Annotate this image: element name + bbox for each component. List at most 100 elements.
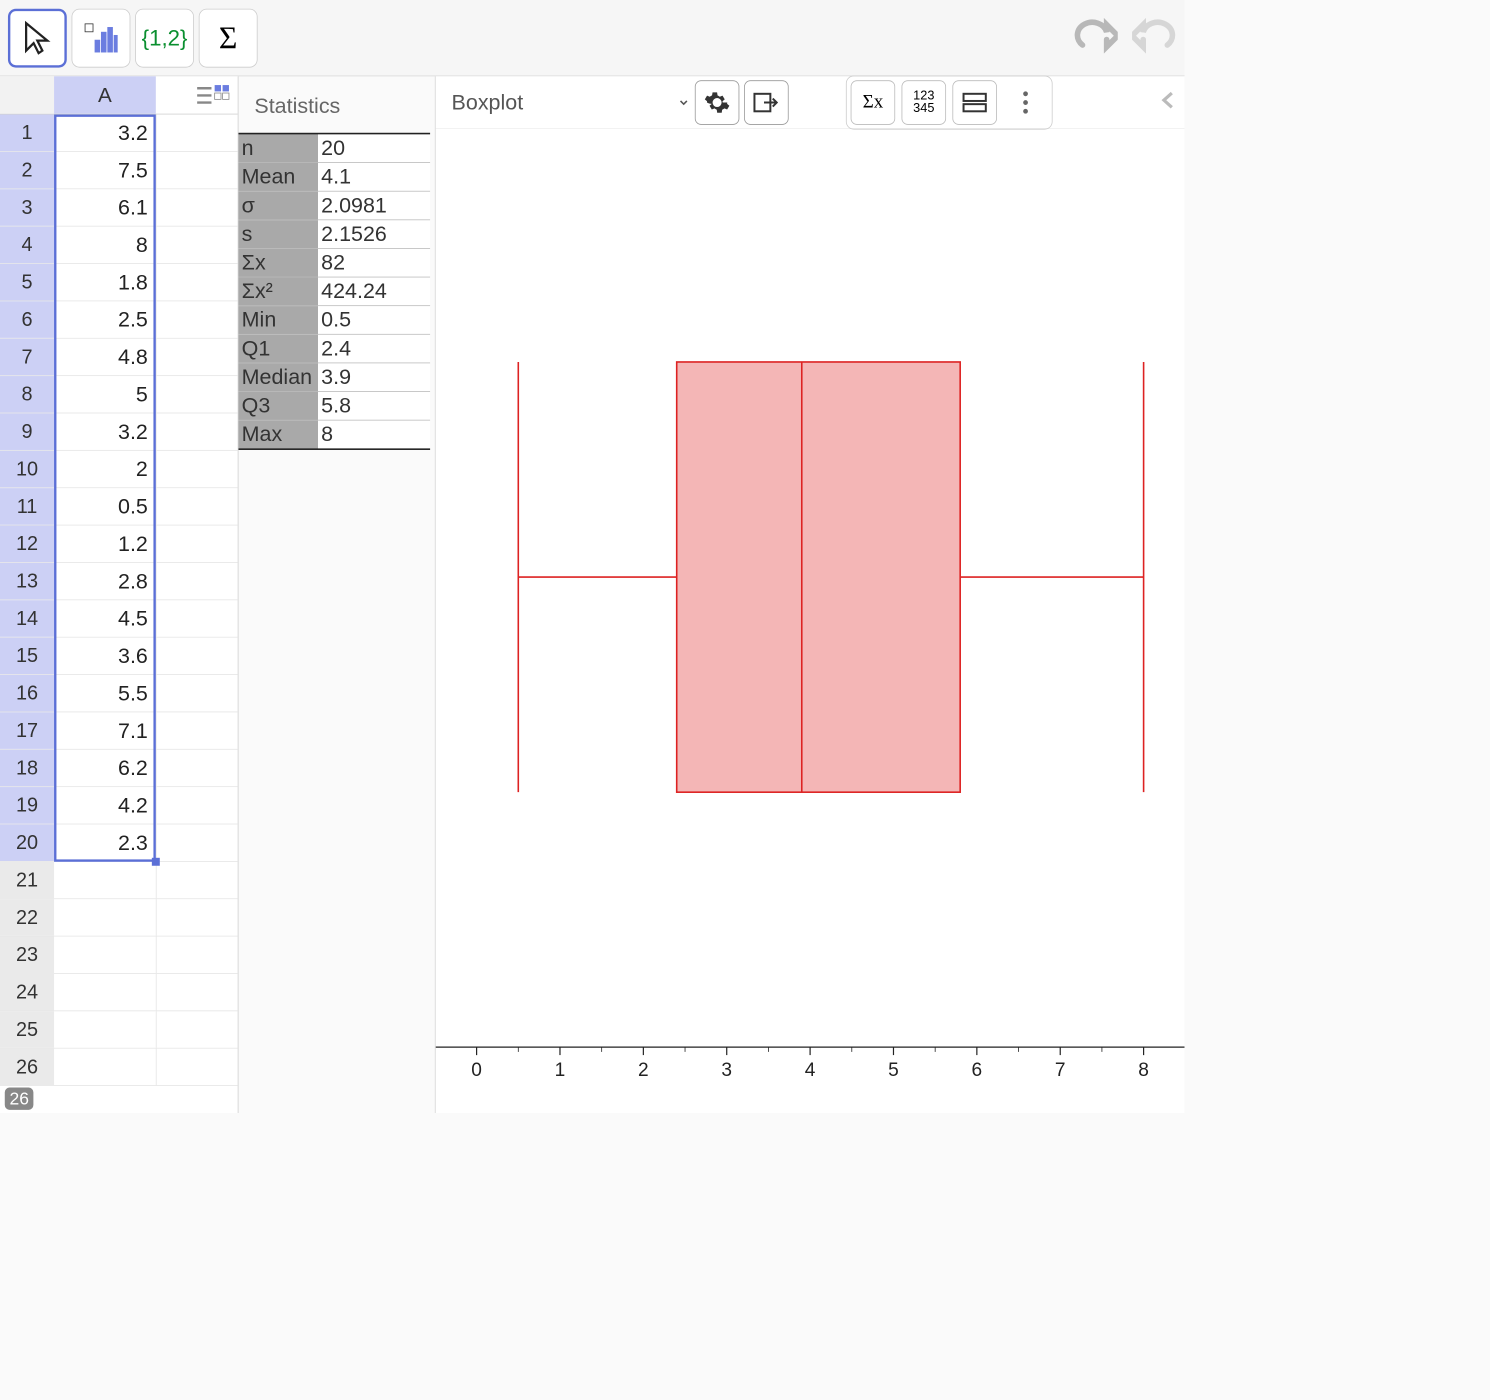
cell[interactable]: 4.2 xyxy=(54,787,156,824)
cell[interactable]: 4.8 xyxy=(54,339,156,376)
row-number[interactable]: 15 xyxy=(0,638,54,675)
svg-text:0: 0 xyxy=(471,1060,482,1081)
row-number[interactable]: 19 xyxy=(0,787,54,824)
cell[interactable]: 3.2 xyxy=(54,413,156,450)
cell[interactable]: 6.1 xyxy=(54,189,156,226)
cell[interactable]: 7.1 xyxy=(54,712,156,749)
plot-type-select[interactable]: Boxplot xyxy=(444,83,690,121)
numeric-button[interactable]: 123345 xyxy=(902,80,947,125)
row-number[interactable]: 3 xyxy=(0,189,54,226)
row-number[interactable]: 4 xyxy=(0,227,54,264)
plot-menu-button[interactable] xyxy=(1003,80,1048,125)
row-number[interactable]: 20 xyxy=(0,824,54,861)
cell[interactable]: 2 xyxy=(54,451,156,488)
row-number[interactable]: 11 xyxy=(0,488,54,525)
table-row[interactable]: 74.8 xyxy=(0,339,238,376)
cell[interactable]: 5 xyxy=(54,376,156,413)
table-row[interactable]: 13.2 xyxy=(0,114,238,151)
table-row[interactable]: 48 xyxy=(0,227,238,264)
cell[interactable] xyxy=(54,862,156,899)
row-number[interactable]: 17 xyxy=(0,712,54,749)
statistics-title: Statistics xyxy=(239,83,431,130)
collapse-panel-button[interactable] xyxy=(1159,90,1176,115)
row-jump-indicator[interactable]: 26 xyxy=(5,1088,34,1110)
cell[interactable] xyxy=(54,899,156,936)
cell[interactable]: 1.8 xyxy=(54,264,156,301)
cell[interactable] xyxy=(54,974,156,1011)
table-row[interactable]: 24 xyxy=(0,974,238,1011)
row-number[interactable]: 7 xyxy=(0,339,54,376)
table-row[interactable]: 62.5 xyxy=(0,301,238,338)
rowcol-corner[interactable] xyxy=(0,76,54,113)
row-number[interactable]: 22 xyxy=(0,899,54,936)
table-row[interactable]: 36.1 xyxy=(0,189,238,226)
table-row[interactable]: 121.2 xyxy=(0,525,238,562)
table-row[interactable]: 93.2 xyxy=(0,413,238,450)
cell[interactable]: 8 xyxy=(54,227,156,264)
cell[interactable]: 4.5 xyxy=(54,600,156,637)
bar-chart-tool-button[interactable] xyxy=(72,8,131,67)
row-number[interactable]: 2 xyxy=(0,152,54,189)
table-row[interactable]: 194.2 xyxy=(0,787,238,824)
table-row[interactable]: 22 xyxy=(0,899,238,936)
svg-text:2: 2 xyxy=(638,1060,649,1081)
cell[interactable] xyxy=(54,1049,156,1086)
cell[interactable]: 6.2 xyxy=(54,750,156,787)
table-row[interactable]: 202.3 xyxy=(0,824,238,861)
row-number[interactable]: 13 xyxy=(0,563,54,600)
table-row[interactable]: 25 xyxy=(0,1011,238,1048)
table-row[interactable]: 165.5 xyxy=(0,675,238,712)
row-number[interactable]: 21 xyxy=(0,862,54,899)
cell[interactable]: 7.5 xyxy=(54,152,156,189)
table-row[interactable]: 110.5 xyxy=(0,488,238,525)
table-row[interactable]: 186.2 xyxy=(0,750,238,787)
undo-button[interactable] xyxy=(1073,14,1118,62)
row-number[interactable]: 12 xyxy=(0,525,54,562)
row-number[interactable]: 8 xyxy=(0,376,54,413)
table-row[interactable]: 27.5 xyxy=(0,152,238,189)
row-number[interactable]: 6 xyxy=(0,301,54,338)
cell[interactable]: 2.8 xyxy=(54,563,156,600)
cell[interactable]: 5.5 xyxy=(54,675,156,712)
table-row[interactable]: 144.5 xyxy=(0,600,238,637)
row-number[interactable]: 23 xyxy=(0,937,54,974)
cell[interactable] xyxy=(54,937,156,974)
row-number[interactable]: 18 xyxy=(0,750,54,787)
cell[interactable]: 0.5 xyxy=(54,488,156,525)
plot-settings-button[interactable] xyxy=(695,80,740,125)
column-header-a[interactable]: A xyxy=(54,76,156,113)
sigma-x-button[interactable]: Σx xyxy=(851,80,896,125)
table-row[interactable]: 153.6 xyxy=(0,638,238,675)
row-number[interactable]: 24 xyxy=(0,974,54,1011)
layout-split-button[interactable] xyxy=(952,80,997,125)
cell[interactable] xyxy=(54,1011,156,1048)
cell[interactable]: 3.2 xyxy=(54,114,156,151)
sigma-tool-button[interactable]: Σ xyxy=(199,8,258,67)
row-number[interactable]: 26 xyxy=(0,1049,54,1086)
plot-export-button[interactable] xyxy=(744,80,789,125)
row-number[interactable]: 10 xyxy=(0,451,54,488)
row-number[interactable]: 5 xyxy=(0,264,54,301)
row-number[interactable]: 14 xyxy=(0,600,54,637)
row-number[interactable]: 16 xyxy=(0,675,54,712)
redo-button[interactable] xyxy=(1132,14,1177,62)
table-row[interactable]: 102 xyxy=(0,451,238,488)
row-number[interactable]: 1 xyxy=(0,114,54,151)
table-row[interactable]: 177.1 xyxy=(0,712,238,749)
table-row[interactable]: 85 xyxy=(0,376,238,413)
spreadsheet-view-button[interactable] xyxy=(190,76,238,114)
table-row[interactable]: 132.8 xyxy=(0,563,238,600)
table-row[interactable]: 23 xyxy=(0,937,238,974)
cell[interactable]: 2.3 xyxy=(54,824,156,861)
cell[interactable]: 2.5 xyxy=(54,301,156,338)
list-tool-button[interactable]: {1,2} xyxy=(135,8,194,67)
pointer-tool-button[interactable] xyxy=(8,8,67,67)
cell[interactable]: 1.2 xyxy=(54,525,156,562)
row-number[interactable]: 25 xyxy=(0,1011,54,1048)
boxplot-chart[interactable]: 012345678 xyxy=(436,129,1185,1113)
table-row[interactable]: 51.8 xyxy=(0,264,238,301)
table-row[interactable]: 21 xyxy=(0,862,238,899)
row-number[interactable]: 9 xyxy=(0,413,54,450)
cell[interactable]: 3.6 xyxy=(54,638,156,675)
table-row[interactable]: 26 xyxy=(0,1049,238,1086)
